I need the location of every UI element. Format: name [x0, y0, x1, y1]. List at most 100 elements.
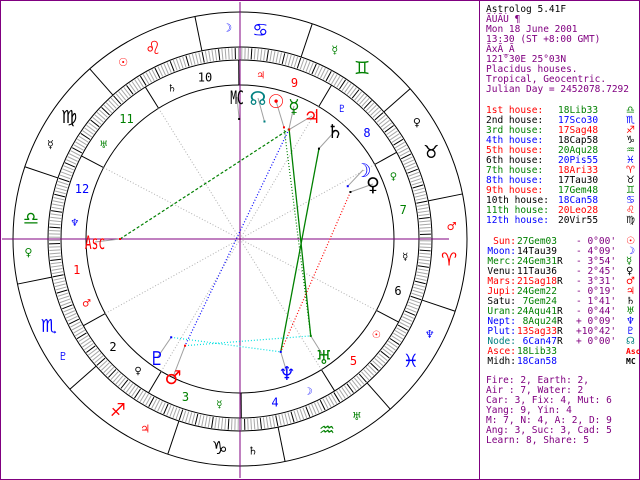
degree-tick — [416, 271, 428, 275]
planet-label: Midh: — [487, 356, 516, 367]
house-cusp-guide — [105, 238, 241, 314]
degree-tick — [412, 184, 424, 189]
house-number: 4 — [271, 395, 278, 409]
degree-tick — [51, 210, 63, 213]
degree-tick — [368, 104, 377, 114]
degree-tick — [105, 366, 115, 376]
degree-tick — [411, 292, 423, 298]
planet-jupi-marker — [288, 128, 291, 131]
planet-venu-icon: ♀ — [366, 174, 380, 196]
sign-ruler-icon: ♆ — [425, 328, 435, 341]
degree-tick — [281, 53, 286, 65]
degree-tick — [194, 413, 199, 425]
degree-tick — [62, 304, 73, 310]
sign-ruler-icon: ♄ — [248, 445, 258, 458]
degree-tick — [287, 412, 292, 424]
planet-node-icon: ☊ — [250, 88, 267, 110]
sign-boundary — [69, 365, 97, 390]
planet-uran-icon: ♅ — [315, 347, 332, 369]
degree-tick — [266, 50, 269, 62]
julian-day: Julian Day = 2452078.7292 — [486, 84, 629, 95]
planet-sun-icon: ☉ — [267, 91, 284, 113]
degree-tick — [365, 367, 375, 376]
degree-tick — [354, 91, 363, 101]
degree-tick — [228, 48, 230, 60]
degree-tick — [191, 413, 196, 425]
degree-tick — [278, 414, 282, 426]
degree-tick — [356, 93, 365, 103]
degree-tick — [376, 355, 386, 364]
planet-plut-marker — [170, 336, 173, 339]
degree-tick — [302, 407, 308, 419]
house-ruler-icon: ♀ — [134, 366, 141, 377]
degree-tick — [94, 355, 104, 364]
degree-tick — [172, 407, 178, 419]
degree-tick — [275, 51, 279, 63]
house-cusp-line — [318, 84, 332, 107]
degree-tick — [408, 171, 420, 177]
planet-mars-icon: ♂ — [164, 367, 181, 389]
degree-tick — [185, 411, 190, 423]
degree-tick — [296, 409, 301, 421]
degree-tick — [56, 289, 68, 294]
degree-tick — [224, 418, 227, 430]
aspect-line-venu-nept — [280, 191, 351, 353]
sign-sag-icon: ♐ — [110, 400, 126, 421]
planet-asce-icon: Asc — [626, 347, 640, 356]
degree-tick — [211, 49, 215, 62]
house-cusp-line — [320, 369, 336, 392]
degree-tick — [58, 177, 70, 183]
degree-tick — [409, 174, 421, 180]
sign-boundary — [421, 299, 456, 312]
degree-tick — [214, 49, 218, 61]
degree-tick — [411, 181, 423, 186]
degree-tick — [55, 187, 67, 192]
degree-tick — [413, 187, 425, 192]
degree-tick — [278, 52, 282, 64]
sign-ruler-icon: ♀ — [413, 116, 421, 129]
degree-tick — [265, 416, 269, 429]
degree-tick — [214, 417, 217, 429]
sign-icon: ♍ — [626, 215, 635, 226]
degree-tick — [204, 415, 208, 427]
degree-tick — [299, 408, 305, 420]
planet-node-icon: ☊ — [626, 336, 635, 347]
house-ruler-icon: ☿ — [402, 252, 408, 263]
degree-tick — [415, 197, 427, 201]
degree-tick — [272, 415, 276, 427]
degree-tick — [374, 358, 384, 367]
house-number: 7 — [400, 203, 407, 217]
degree-tick — [118, 91, 127, 101]
degree-tick — [416, 203, 428, 207]
sign-ruler-icon: ☿ — [47, 138, 54, 151]
degree-tick — [57, 180, 69, 186]
sign-boundary — [17, 276, 52, 285]
house-number: 3 — [182, 390, 189, 404]
degree-tick — [410, 178, 422, 183]
house-number: 8 — [363, 126, 370, 140]
house-ruler-icon: ☉ — [372, 330, 381, 341]
degree-tick — [361, 371, 370, 381]
degree-tick — [54, 193, 66, 198]
degree-tick — [112, 373, 121, 383]
degree-tick — [419, 255, 431, 258]
degree-tick — [370, 107, 380, 116]
degree-tick — [227, 418, 230, 430]
sign-lib-icon: ♎ — [23, 209, 39, 230]
info-panel: Astrolog 5.41F ÃÚÃÙ ¶ Mon 18 June 2001 1… — [486, 0, 640, 446]
house-number: 11 — [119, 112, 133, 126]
degree-tick — [414, 280, 426, 285]
house-ruler-icon: ♄ — [168, 84, 177, 95]
sign-can-icon: ♋ — [252, 20, 268, 41]
sign-boundary — [24, 166, 59, 179]
degree-tick — [103, 364, 112, 374]
house-cusp-line — [148, 371, 162, 394]
planet-nept-icon: ♆ — [278, 363, 295, 385]
degree-tick — [256, 418, 259, 430]
degree-tick — [92, 352, 102, 361]
degree-tick — [52, 200, 64, 204]
degree-tick — [49, 249, 61, 251]
degree-tick — [217, 417, 220, 429]
degree-tick — [58, 295, 70, 300]
degree-tick — [188, 54, 193, 66]
